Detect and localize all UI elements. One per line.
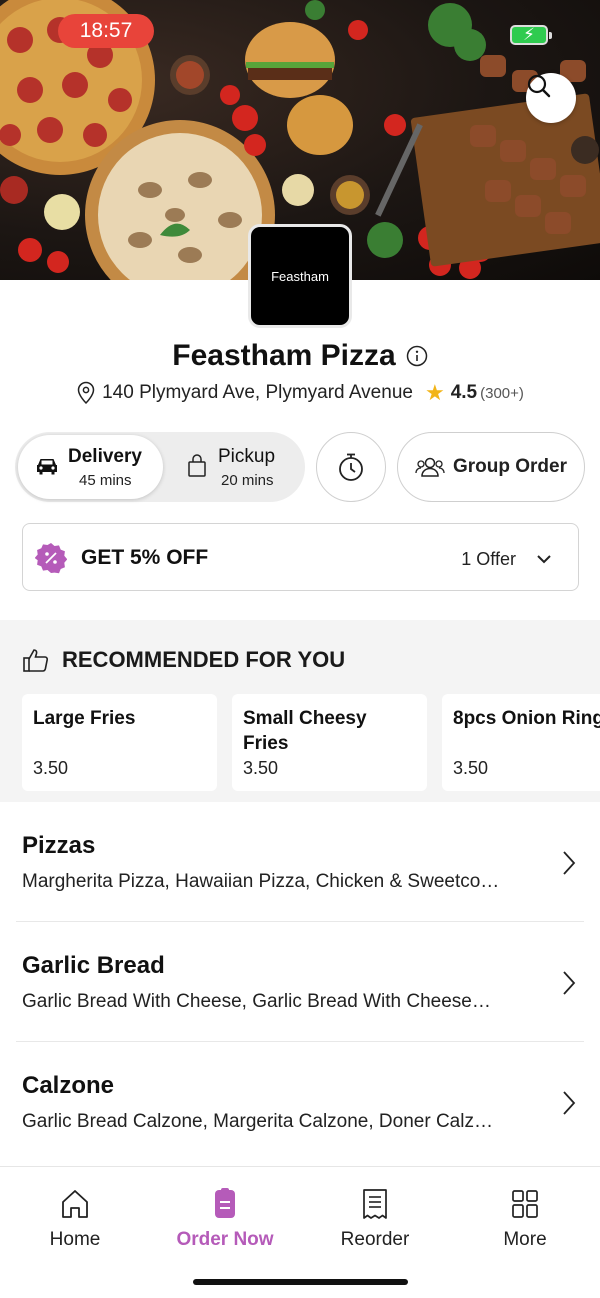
recommended-item-price: 3.50 xyxy=(453,758,489,778)
group-icon xyxy=(415,457,445,477)
group-order-label: Group Order xyxy=(452,456,567,477)
recommended-item[interactable]: 8pcs Onion Rings 3.50 xyxy=(442,694,600,791)
recommended-item[interactable]: Small Cheesy Fries 3.50 xyxy=(232,694,427,791)
tab-reorder[interactable]: Reorder xyxy=(300,1187,450,1257)
category-row[interactable]: Calzone Garlic Bread Calzone, Margerita … xyxy=(22,1042,582,1162)
delivery-time: 45 mins xyxy=(79,472,132,489)
car-icon xyxy=(37,459,57,475)
recommended-title: RECOMMENDED FOR YOU xyxy=(62,647,346,672)
category-name: Garlic Bread xyxy=(22,952,165,979)
chevron-right-icon xyxy=(563,851,576,875)
store-rating: 4.5 xyxy=(450,382,478,403)
search-icon xyxy=(527,74,551,98)
category-items: Garlic Bread Calzone, Margerita Calzone,… xyxy=(22,1111,493,1132)
bag-icon xyxy=(188,454,206,477)
store-name: Feastham Pizza xyxy=(172,339,396,372)
home-indicator xyxy=(193,1279,408,1285)
group-order-button[interactable]: Group Order xyxy=(397,432,585,502)
recommended-item-name: Small Cheesy Fries xyxy=(243,708,367,754)
discount-badge-icon xyxy=(35,543,67,574)
info-icon[interactable] xyxy=(406,345,428,367)
category-items: Garlic Bread With Cheese, Garlic Bread W… xyxy=(22,991,491,1012)
rating-count: (300+) xyxy=(480,384,524,402)
store-title-row: Feastham Pizza xyxy=(0,336,600,376)
search-button[interactable] xyxy=(526,73,576,123)
recommended-item-price: 3.50 xyxy=(243,758,279,778)
category-name: Calzone xyxy=(22,1072,115,1099)
delivery-label: Delivery xyxy=(68,446,142,467)
tab-home[interactable]: Home xyxy=(0,1187,150,1257)
tab-label: More xyxy=(503,1229,547,1250)
pickup-label: Pickup xyxy=(218,446,276,467)
tab-label: Home xyxy=(49,1229,101,1250)
store-logo-text: Feastham xyxy=(271,268,329,284)
store-meta-row: 140 Plymyard Ave, Plymyard Avenue ★ 4.5 … xyxy=(0,379,600,407)
home-icon xyxy=(62,1190,88,1218)
status-time: 18:57 xyxy=(58,14,154,48)
receipt-icon xyxy=(363,1189,387,1219)
star-icon: ★ xyxy=(424,380,445,405)
category-name: Pizzas xyxy=(22,832,96,859)
category-row[interactable]: Pizzas Margherita Pizza, Hawaiian Pizza,… xyxy=(22,802,582,922)
recommended-heading: RECOMMENDED FOR YOU xyxy=(22,647,345,673)
battery-icon: ⚡ xyxy=(510,25,552,45)
chevron-right-icon xyxy=(563,1091,576,1115)
grid-icon xyxy=(512,1190,538,1218)
thumbs-up-icon xyxy=(23,649,49,672)
category-items: Margherita Pizza, Hawaiian Pizza, Chicke… xyxy=(22,871,500,892)
offer-banner[interactable]: GET 5% OFF 1 Offer xyxy=(22,523,579,591)
order-mode-toggle: Delivery 45 mins Pickup 20 mins xyxy=(15,432,305,502)
recommended-item[interactable]: Large Fries 3.50 xyxy=(22,694,217,791)
recommended-item-price: 3.50 xyxy=(33,758,69,778)
recommended-item-name: Large Fries xyxy=(33,708,136,729)
store-address: 140 Plymyard Ave, Plymyard Avenue xyxy=(102,382,413,403)
location-pin-icon xyxy=(77,381,95,405)
recommended-item-name: 8pcs Onion Rings xyxy=(453,708,600,729)
tab-label: Reorder xyxy=(340,1229,410,1250)
tab-label: Order Now xyxy=(176,1229,274,1250)
stopwatch-icon xyxy=(339,453,363,481)
offer-count: 1 Offer xyxy=(461,549,516,569)
store-logo: Feastham xyxy=(248,224,352,328)
chevron-down-icon xyxy=(537,555,551,564)
offer-title: GET 5% OFF xyxy=(81,546,209,569)
tab-more[interactable]: More xyxy=(450,1187,600,1257)
recommended-section: RECOMMENDED FOR YOU Large Fries 3.50 Sma… xyxy=(0,620,600,802)
category-row[interactable]: Garlic Bread Garlic Bread With Cheese, G… xyxy=(22,922,582,1042)
schedule-button[interactable] xyxy=(316,432,386,502)
order-icon xyxy=(215,1188,235,1218)
pickup-time: 20 mins xyxy=(221,472,274,489)
chevron-right-icon xyxy=(563,971,576,995)
tab-order-now[interactable]: Order Now xyxy=(150,1187,300,1257)
